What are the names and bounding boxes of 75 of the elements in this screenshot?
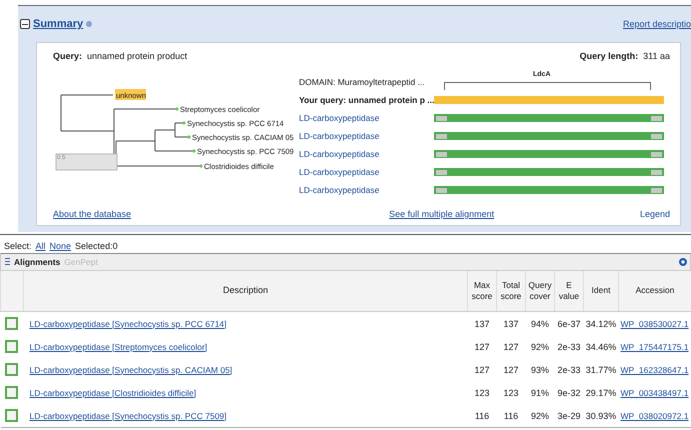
table-cell-text: 29.17% (584, 386, 618, 400)
table-cell: 92% (526, 404, 554, 428)
column-header: E value (554, 271, 584, 312)
leaf-node-icon (182, 121, 186, 125)
hit-link[interactable]: LD-carboxypeptidase (299, 131, 434, 141)
row-checkbox[interactable] (4, 317, 18, 330)
description-link[interactable]: LD-carboxypeptidase [Synechocystis sp. CACIAM 05] (30, 364, 232, 374)
query-text: Query: unnamed protein product (53, 51, 188, 61)
table-cell-text: 127 (473, 364, 491, 376)
query-length: Query length: 311 aa (580, 51, 670, 61)
table-cell: 116 (468, 404, 496, 428)
row-checkbox[interactable] (4, 340, 18, 353)
column-header: Query cover (526, 271, 554, 312)
table-cell: 30.93% (584, 404, 618, 428)
table-cell: 6e-37 (554, 312, 584, 335)
tab[interactable]: Alignments (14, 257, 60, 267)
accession-link[interactable]: WP_038020972.1 (620, 410, 689, 420)
column-header: Ident (584, 271, 618, 312)
hit-link[interactable]: LD-carboxypeptidase (299, 113, 434, 123)
select-label: Select: (4, 241, 32, 251)
table-cell-text: 127 (473, 340, 491, 354)
table-cell-text: 2e-33 (556, 340, 582, 354)
select-all-link[interactable]: All (36, 241, 46, 251)
scale-bar (56, 154, 118, 170)
hit-link[interactable]: LD-carboxypeptidase (299, 149, 434, 159)
description-link[interactable]: LD-carboxypeptidase [Streptomyces coelicolor] (30, 342, 208, 352)
table-cell: 137 (496, 312, 526, 335)
column-header: Total score (496, 271, 526, 312)
settings-icon[interactable] (678, 257, 688, 267)
accession-link[interactable]: WP_162328647.1 (620, 364, 689, 374)
accession-link[interactable]: WP_038530027.1 (620, 318, 689, 328)
table-cell-text: 127 (502, 340, 520, 354)
summary-link[interactable]: Summary (33, 18, 84, 30)
table-cell: 34.12% (584, 312, 618, 335)
query-label: Your query: unnamed protein p ... (299, 95, 434, 105)
hit-link[interactable]: LD-carboxypeptidase (299, 167, 434, 177)
table-cell-text: 31.77% (584, 364, 618, 376)
row-checkbox[interactable] (4, 363, 18, 376)
select-none-link[interactable]: None (50, 241, 72, 251)
table-cell: 94% (526, 312, 554, 335)
leaf-node-icon (175, 107, 179, 111)
description-link[interactable]: LD-carboxypeptidase [Synechocystis sp. PCC 6714] (30, 318, 227, 328)
collapse-icon[interactable] (20, 19, 30, 29)
table-cell-text: 127 (502, 364, 520, 376)
column-header: Accession (618, 271, 691, 312)
accession-link[interactable]: WP_175447175.1 (620, 342, 689, 352)
table-cell-text: 93% (530, 364, 550, 376)
leaf-node-icon (187, 135, 191, 139)
column-header: Description (24, 271, 468, 312)
selected-count: Selected:0 (75, 241, 118, 251)
legend-link[interactable]: Legend (640, 209, 670, 219)
hit-link[interactable]: LD-carboxypeptidase (299, 185, 434, 195)
description-link[interactable]: LD-carboxypeptidase [Synechocystis sp. PCC 7509] (30, 410, 227, 420)
table-cell-text: 123 (502, 386, 520, 400)
table-cell-text: 34.46% (584, 340, 618, 354)
report-link[interactable]: Report descriptio (622, 19, 691, 29)
alignment-link[interactable]: See full multiple alignment (389, 209, 494, 219)
table-cell: 137 (468, 312, 496, 335)
leaf-node-icon (192, 149, 196, 153)
description-link[interactable]: LD-carboxypeptidase [Clostridioides difficile] (30, 388, 196, 398)
column-header: Max score (468, 271, 496, 312)
leaf-node-icon (199, 164, 203, 168)
accession-link[interactable]: WP_003438497.1 (620, 388, 689, 398)
about-link[interactable]: About the database (53, 209, 132, 219)
table-cell-text: 123 (473, 386, 491, 400)
table-cell-text: 92% (530, 340, 550, 354)
table-cell: 116 (496, 404, 526, 428)
row-checkbox[interactable] (4, 386, 18, 399)
table-cell-text: 91% (530, 386, 550, 400)
domain-label: DOMAIN: Muramoyltetrapeptid ... (299, 77, 426, 87)
table-cell-text: 9e-32 (556, 386, 582, 400)
help-icon[interactable] (86, 21, 92, 27)
row-checkbox[interactable] (4, 409, 18, 422)
table-cell: 3e-29 (554, 404, 584, 428)
table-cell-text: 2e-33 (556, 364, 582, 376)
